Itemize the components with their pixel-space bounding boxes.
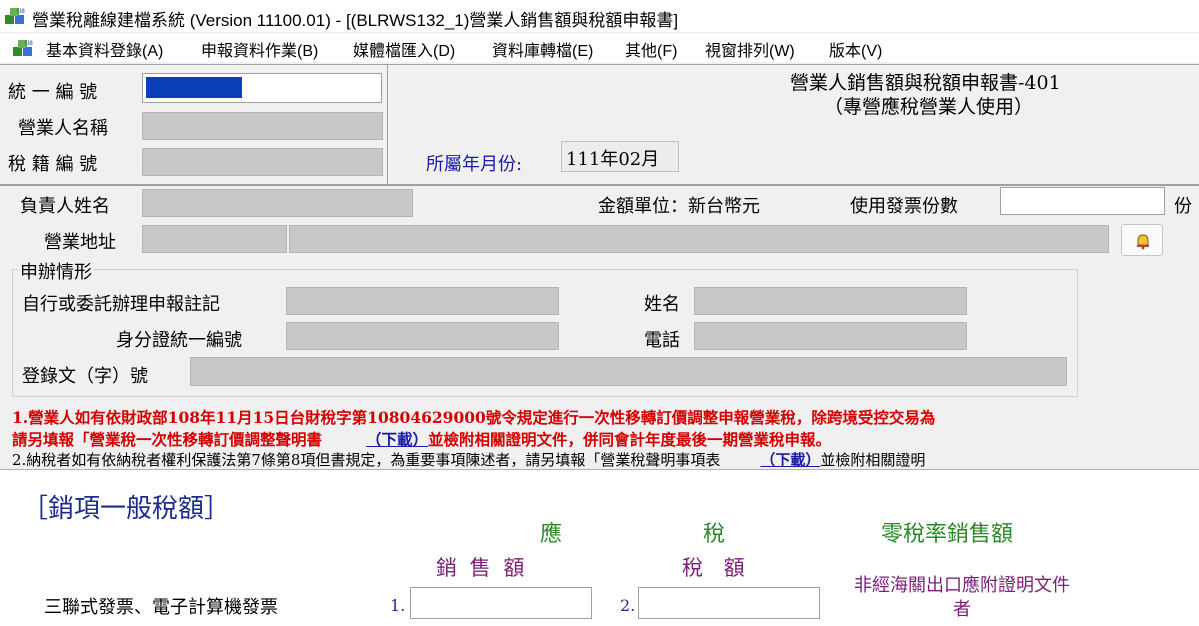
zero-rate-head: 零稅率銷售額 <box>881 522 1014 547</box>
note-1-download-link[interactable]: （下載） <box>366 430 428 449</box>
svg-text:U8: U8 <box>17 9 25 15</box>
tax-head: 稅 <box>703 522 726 547</box>
business-name-label: 營業人名稱 <box>18 118 108 139</box>
divider <box>387 65 388 184</box>
sales-amount-head: 銷 售 額 <box>436 556 525 580</box>
bell-icon <box>1137 234 1149 250</box>
sales-section: ［銷項一般稅額］ 應 稅 零稅率銷售額 銷 售 額 稅 額 三聯式發票、電子計算… <box>0 469 1199 626</box>
agent-note-label: 自行或委託辦理申報註記 <box>22 294 220 315</box>
invoice-count-input[interactable] <box>1000 187 1165 215</box>
invoice-count-label: 使用發票份數 <box>850 196 958 217</box>
address-label: 營業地址 <box>44 232 116 253</box>
row-1-label: 三聯式發票、電子計算機發票 <box>44 597 278 618</box>
phone-field[interactable] <box>694 322 967 350</box>
name-label: 姓名 <box>644 294 680 315</box>
owner-field[interactable] <box>142 189 413 217</box>
menu-version[interactable]: 版本(V) <box>829 37 882 61</box>
menu-bar: U8 基本資料登錄(A) 申報資料作業(B) 媒體檔匯入(D) 資料庫轉檔(E)… <box>0 34 1199 62</box>
reg-doc-label: 登錄文（字）號 <box>22 366 148 387</box>
form-title: 營業人銷售額與稅額申報書-401 <box>790 72 1061 94</box>
period-label: 所屬年月份: <box>426 154 523 175</box>
note-1-text-b: 並檢附相關證明文件，併同會計年度最後一期營業稅申報。 <box>428 430 832 449</box>
menu-window-arrange[interactable]: 視窗排列(W) <box>705 37 795 61</box>
title-bar: U8 營業稅離線建檔系統 (Version 11100.01) - [(BLRW… <box>0 0 1199 32</box>
name-field[interactable] <box>694 287 967 315</box>
tax-reg-no-field[interactable] <box>142 148 383 176</box>
svg-text:U8: U8 <box>25 41 33 47</box>
note-2: 2.納稅者如有依納稅者權利保護法第7條第8項但書規定，為重要事項陳述者，請另填報… <box>12 449 925 470</box>
app-icon: U8 <box>5 8 25 24</box>
unified-no-label: 統 一 編 號 <box>8 82 98 103</box>
sales-section-title: ［銷項一般稅額］ <box>22 494 231 524</box>
agent-note-field[interactable] <box>286 287 559 315</box>
tax-amount-head: 稅 額 <box>682 556 745 580</box>
row-1-field-no-1: 1. <box>390 596 406 615</box>
row-1-field-no-2: 2. <box>620 596 636 615</box>
reg-doc-field[interactable] <box>190 357 1067 386</box>
row-1-tax-amount-input[interactable] <box>638 587 820 619</box>
owner-label: 負責人姓名 <box>20 196 110 217</box>
note-2-text-a: 2.納稅者如有依納稅者權利保護法第7條第8項但書規定，為重要事項陳述者，請另填報… <box>12 451 721 469</box>
address-lookup-button[interactable] <box>1121 224 1163 256</box>
note-2-text-b: 並檢附相關證明 <box>820 451 926 469</box>
note-2-download-link[interactable]: （下載） <box>760 451 820 469</box>
address-city-field[interactable] <box>142 225 287 253</box>
menu-media-import[interactable]: 媒體檔匯入(D) <box>353 37 455 61</box>
note-1-line-2: 請另填報「營業稅一次性移轉訂價調整聲明書 （下載）並檢附相關證明文件，併同會計年度… <box>12 428 831 450</box>
note-1-text-a: 請另填報「營業稅一次性移轉訂價調整聲明書 <box>12 430 323 449</box>
filing-group-label: 申辦情形 <box>18 258 94 284</box>
menu-filing-operations[interactable]: 申報資料作業(B) <box>201 37 318 61</box>
app-menu-icon[interactable]: U8 <box>12 37 34 59</box>
period-value: 111年02月 <box>561 141 679 172</box>
menu-basic-data[interactable]: 基本資料登錄(A) <box>46 37 163 61</box>
row-1-sales-amount-input[interactable] <box>410 587 592 619</box>
divider <box>0 184 1199 186</box>
window-title: 營業稅離線建檔系統 (Version 11100.01) - [(BLRWS13… <box>32 11 679 30</box>
menu-other[interactable]: 其他(F) <box>625 37 677 61</box>
text-selection-highlight <box>146 77 242 98</box>
currency-label: 金額單位：新台幣元 <box>598 196 760 217</box>
menu-db-convert[interactable]: 資料庫轉檔(E) <box>492 37 593 61</box>
zero-rate-note: 非經海關出口應附證明文件者 <box>854 575 1070 620</box>
business-name-field[interactable] <box>142 112 383 140</box>
form-subtitle: （專營應稅營業人使用） <box>824 96 1034 118</box>
tax-reg-no-label: 稅 籍 編 號 <box>8 154 98 175</box>
phone-label: 電話 <box>644 330 680 351</box>
divider <box>0 64 1199 65</box>
id-field[interactable] <box>286 322 559 350</box>
taxable-head: 應 <box>540 522 563 547</box>
note-1-line-1: 1.營業人如有依財政部108年11月15日台財稅字第10804629000號令規… <box>12 408 936 427</box>
invoice-unit: 份 <box>1174 196 1192 217</box>
address-detail-field[interactable] <box>289 225 1109 253</box>
unified-no-input[interactable] <box>142 73 382 103</box>
id-label: 身分證統一編號 <box>116 330 242 351</box>
